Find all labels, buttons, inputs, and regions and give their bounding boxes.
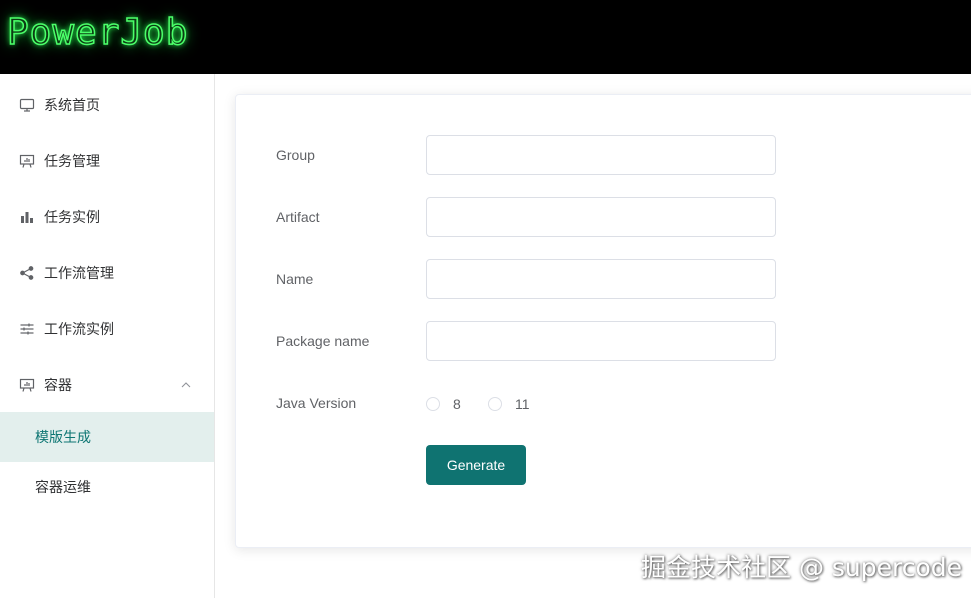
sidebar-item-job-manage[interactable]: 任务管理 <box>0 133 214 189</box>
radio-label: 8 <box>453 396 461 412</box>
sidebar-item-workflow-instance[interactable]: 工作流实例 <box>0 301 214 357</box>
java-version-radio-8[interactable]: 8 <box>426 396 461 412</box>
radio-circle[interactable] <box>488 397 502 411</box>
monitor-icon <box>19 97 35 113</box>
bar-chart-icon <box>19 209 35 225</box>
name-label: Name <box>276 271 314 287</box>
sidebar-item-label: 工作流管理 <box>44 265 114 281</box>
top-header: PowerJob <box>0 0 971 74</box>
sidebar-item-label: 容器 <box>44 377 72 393</box>
sidebar-item-job-instance[interactable]: 任务实例 <box>0 189 214 245</box>
sidebar-item-container[interactable]: 容器 <box>0 357 214 413</box>
artifact-label: Artifact <box>276 209 320 225</box>
sidebar-subitem-container-ops[interactable]: 容器运维 <box>0 462 214 512</box>
radio-label: 11 <box>515 396 530 412</box>
sidebar-subitem-label: 模版生成 <box>35 429 91 445</box>
generate-button[interactable]: Generate <box>426 445 526 485</box>
radio-circle[interactable] <box>426 397 440 411</box>
sidebar-menu: 系统首页 任务管理 任务实例 工作流管理 工作流实例 容器 模版生成 容器运维 <box>0 74 215 598</box>
sidebar-item-label: 任务实例 <box>44 209 100 225</box>
presentation-icon <box>19 153 35 169</box>
java-version-radio-11[interactable]: 11 <box>488 396 530 412</box>
sidebar-item-label: 系统首页 <box>44 97 100 113</box>
sidebar-subitem-label: 容器运维 <box>35 479 91 495</box>
package-name-label: Package name <box>276 333 370 349</box>
java-version-label: Java Version <box>276 395 357 411</box>
watermark-text: 掘金技术社区 @ supercode <box>641 553 963 582</box>
sidebar-item-workflow-manage[interactable]: 工作流管理 <box>0 245 214 301</box>
sidebar-item-home[interactable]: 系统首页 <box>0 77 214 133</box>
sidebar-item-label: 工作流实例 <box>44 321 114 337</box>
sidebar-subitem-template-generate[interactable]: 模版生成 <box>0 412 214 462</box>
share-icon <box>19 265 35 281</box>
name-input[interactable] <box>426 259 776 299</box>
package-name-input[interactable] <box>426 321 776 361</box>
sidebar-item-label: 任务管理 <box>44 153 100 169</box>
group-label: Group <box>276 147 315 163</box>
sliders-icon <box>19 321 35 337</box>
artifact-input[interactable] <box>426 197 776 237</box>
chevron-up-icon[interactable] <box>180 379 192 391</box>
presentation-icon <box>19 377 35 393</box>
powerjob-logo[interactable]: PowerJob <box>6 11 188 54</box>
group-input[interactable] <box>426 135 776 175</box>
